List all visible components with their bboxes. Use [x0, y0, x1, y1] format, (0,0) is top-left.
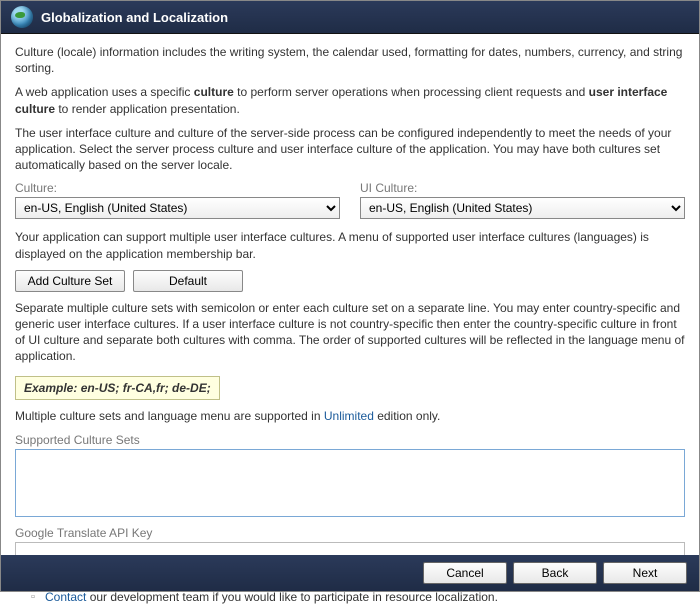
- api-key-label: Google Translate API Key: [15, 526, 685, 540]
- default-button[interactable]: Default: [133, 270, 243, 292]
- back-button[interactable]: Back: [513, 562, 597, 584]
- wizard-footer: Cancel Back Next: [1, 555, 699, 591]
- intro-text-1: Culture (locale) information includes th…: [15, 44, 685, 76]
- supported-sets-label: Supported Culture Sets: [15, 433, 685, 447]
- multi-text-1: Your application can support multiple us…: [15, 229, 685, 261]
- ui-culture-select[interactable]: en-US, English (United States): [360, 197, 685, 219]
- unlimited-link[interactable]: Unlimited: [324, 409, 374, 423]
- add-culture-set-button[interactable]: Add Culture Set: [15, 270, 125, 292]
- supported-culture-sets-input[interactable]: [15, 449, 685, 517]
- edition-note: Multiple culture sets and language menu …: [15, 408, 685, 424]
- intro-text-2: A web application uses a specific cultur…: [15, 84, 685, 116]
- cancel-button[interactable]: Cancel: [423, 562, 507, 584]
- page-header: Globalization and Localization: [1, 1, 699, 34]
- culture-label: Culture:: [15, 181, 340, 195]
- example-box: Example: en-US; fr-CA,fr; de-DE;: [15, 376, 220, 400]
- culture-select[interactable]: en-US, English (United States): [15, 197, 340, 219]
- multi-text-2: Separate multiple culture sets with semi…: [15, 300, 685, 365]
- globe-icon: [11, 6, 33, 28]
- content-area: Culture (locale) information includes th…: [1, 34, 699, 604]
- ui-culture-label: UI Culture:: [360, 181, 685, 195]
- intro-text-3: The user interface culture and culture o…: [15, 125, 685, 174]
- page-title: Globalization and Localization: [41, 10, 228, 25]
- next-button[interactable]: Next: [603, 562, 687, 584]
